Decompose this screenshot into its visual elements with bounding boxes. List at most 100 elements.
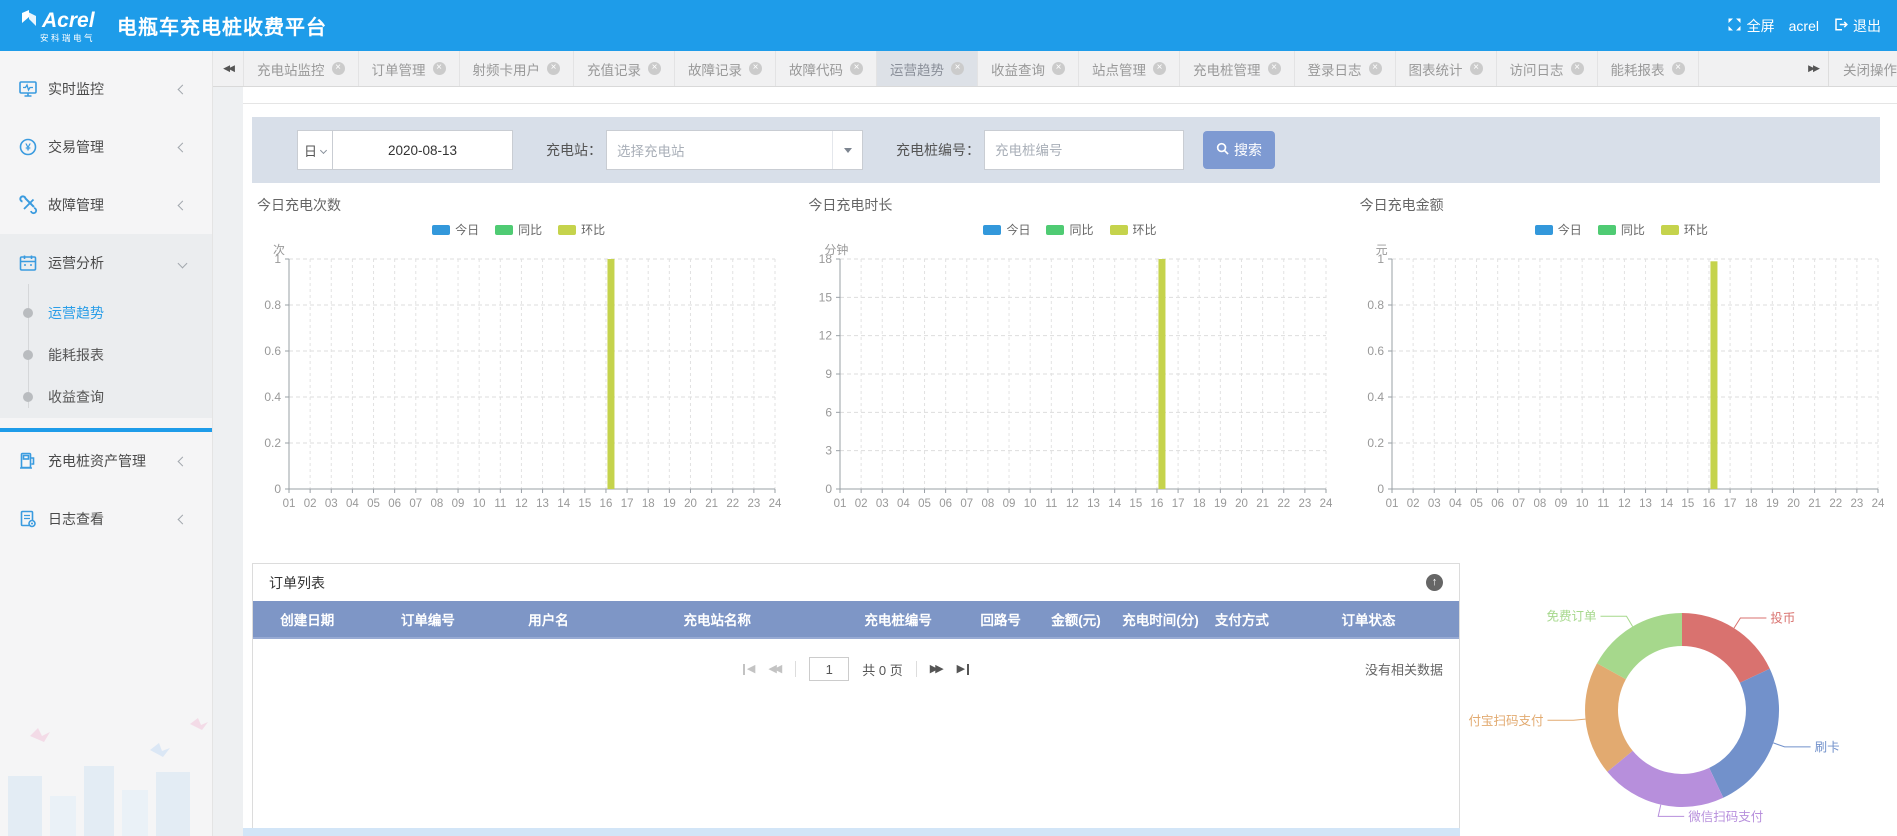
legend-同比[interactable]: 同比 bbox=[495, 221, 542, 238]
tab-登录日志[interactable]: 登录日志× bbox=[1295, 51, 1396, 86]
tab-充电站监控[interactable]: 充电站监控× bbox=[243, 51, 359, 86]
svg-text:24: 24 bbox=[1871, 498, 1884, 510]
transaction-icon: ¥ bbox=[18, 137, 38, 157]
station-select[interactable]: 选择充电站 bbox=[606, 130, 863, 170]
tab-close-icon[interactable]: × bbox=[1268, 62, 1281, 75]
date-input[interactable] bbox=[333, 130, 513, 170]
svg-text:13: 13 bbox=[1087, 498, 1100, 510]
tab-站点管理[interactable]: 站点管理 × bbox=[1079, 51, 1180, 86]
tab-运营趋势[interactable]: 运营趋势× bbox=[877, 51, 978, 86]
svg-text:02: 02 bbox=[855, 498, 868, 510]
legend-环比[interactable]: 环比 bbox=[558, 221, 605, 238]
sidebar-subitem-运营趋势[interactable]: 运营趋势 bbox=[0, 292, 212, 334]
pile-number-input[interactable] bbox=[984, 130, 1184, 170]
pile-icon bbox=[18, 451, 38, 471]
legend-同比[interactable]: 同比 bbox=[1046, 221, 1093, 238]
tab-close-icon[interactable]: × bbox=[648, 62, 661, 75]
tab-射频卡用户[interactable]: 射频卡用户 × bbox=[460, 51, 575, 86]
pie-label-刷卡: 刷卡 bbox=[1815, 740, 1840, 754]
tab-close-icon[interactable]: × bbox=[1571, 62, 1584, 75]
tab-close-icon[interactable]: × bbox=[749, 62, 762, 75]
log-icon bbox=[18, 509, 38, 529]
pie-slice-刷卡[interactable] bbox=[1709, 669, 1779, 798]
pagination-first-icon[interactable]: ◀ bbox=[743, 664, 755, 675]
tab-close-icon[interactable]: × bbox=[332, 62, 345, 75]
sidebar-item-交易管理[interactable]: ¥交易管理 bbox=[0, 118, 212, 176]
legend-同比[interactable]: 同比 bbox=[1598, 221, 1645, 238]
legend-swatch-icon bbox=[558, 225, 576, 235]
pie-slice-微信扫码支付[interactable] bbox=[1607, 751, 1723, 807]
tab-收益查询[interactable]: 收益查询× bbox=[978, 51, 1079, 86]
legend-今日[interactable]: 今日 bbox=[983, 221, 1030, 238]
chart-title: 今日充电次数 bbox=[257, 195, 341, 215]
sidebar-item-label: 充电桩资产管理 bbox=[48, 451, 146, 471]
sidebar-subitem-能耗报表[interactable]: 能耗报表 bbox=[0, 334, 212, 376]
tab-close-icon[interactable]: × bbox=[1672, 62, 1685, 75]
tab-故障代码[interactable]: 故障代码× bbox=[776, 51, 877, 86]
pie-label-微信扫码支付: 微信扫码支付 bbox=[1688, 810, 1763, 824]
tab-能耗报表[interactable]: 能耗报表× bbox=[1598, 51, 1699, 86]
fullscreen-button[interactable]: 全屏 bbox=[1727, 16, 1775, 36]
tabs-scroll-left-icon[interactable]: ◀◀ bbox=[213, 51, 243, 86]
tab-充电桩管理[interactable]: 充电桩管理× bbox=[1180, 51, 1295, 86]
collapse-panel-icon[interactable]: ↑ bbox=[1426, 574, 1443, 591]
orders-panel: 订单列表 ↑ 创建日期订单编号用户名充电站名称充电桩编号回路号金额(元)充电时间… bbox=[252, 563, 1460, 836]
legend-环比[interactable]: 环比 bbox=[1110, 221, 1157, 238]
sidebar-subitem-label: 运营趋势 bbox=[48, 303, 104, 323]
tab-close-icon[interactable]: × bbox=[1369, 62, 1382, 75]
search-button[interactable]: 搜索 bbox=[1203, 131, 1275, 169]
tab-label: 故障记录 bbox=[688, 59, 742, 79]
legend-swatch-icon bbox=[1110, 225, 1128, 235]
tab-close-icon[interactable]: × bbox=[951, 62, 964, 75]
tab-订单管理[interactable]: 订单管理× bbox=[359, 51, 460, 86]
tab-close-icon[interactable]: × bbox=[547, 62, 560, 75]
svg-text:12: 12 bbox=[1066, 498, 1079, 510]
pie-slice-付宝扫码支付[interactable] bbox=[1585, 663, 1633, 772]
svg-text:0.6: 0.6 bbox=[264, 344, 281, 358]
legend-环比[interactable]: 环比 bbox=[1661, 221, 1708, 238]
tab-访问日志[interactable]: 访问日志× bbox=[1497, 51, 1598, 86]
tab-label: 站点管理 bbox=[1092, 59, 1146, 79]
period-select[interactable]: 日 bbox=[297, 130, 333, 170]
tab-label: 射频卡用户 bbox=[473, 59, 541, 79]
sidebar-item-充电桩资产管理[interactable]: 充电桩资产管理 bbox=[0, 432, 212, 490]
tab-close-icon[interactable]: × bbox=[850, 62, 863, 75]
pagination-prev-icon[interactable]: ◀◀ bbox=[768, 664, 782, 675]
tab-close-icon[interactable]: × bbox=[433, 62, 446, 75]
total-pages-label: 共 0 页 bbox=[862, 660, 902, 679]
svg-text:18: 18 bbox=[1193, 498, 1206, 510]
tab-close-icon[interactable]: × bbox=[1470, 62, 1483, 75]
chart-plot: 0369121518010203040506070809101112131415… bbox=[794, 243, 1342, 540]
svg-text:12: 12 bbox=[1618, 498, 1631, 510]
tab-close-icon[interactable]: × bbox=[1153, 62, 1166, 75]
tabs-scroll-right-icon[interactable]: ▶▶ bbox=[1798, 51, 1828, 86]
chart-legend: 今日同比环比 bbox=[794, 221, 1345, 238]
donut-svg: 投币刷卡微信扫码支付付宝扫码支付免费订单 bbox=[1460, 560, 1897, 836]
username[interactable]: acrel bbox=[1789, 18, 1819, 34]
logout-button[interactable]: 退出 bbox=[1833, 16, 1881, 36]
pie-slice-投币[interactable] bbox=[1682, 613, 1770, 683]
chevron-down-icon bbox=[320, 146, 327, 153]
bar-chart-今日充电时长: 0369121518010203040506070809101112131415… bbox=[794, 243, 1342, 535]
tab-充值记录[interactable]: 充值记录× bbox=[574, 51, 675, 86]
tab-close-icon[interactable]: × bbox=[1052, 62, 1065, 75]
legend-今日[interactable]: 今日 bbox=[1535, 221, 1582, 238]
pagination-next-icon[interactable]: ▶▶ bbox=[930, 664, 944, 675]
svg-text:0.6: 0.6 bbox=[1367, 344, 1384, 358]
sidebar-item-运营分析[interactable]: 运营分析 bbox=[0, 234, 212, 292]
close-operations-menu[interactable]: 关闭操作 bbox=[1828, 51, 1897, 86]
pagination-last-icon[interactable]: ▶ bbox=[957, 664, 969, 675]
page-number-input[interactable] bbox=[809, 657, 849, 681]
sidebar-item-日志查看[interactable]: 日志查看 bbox=[0, 490, 212, 548]
sidebar-item-实时监控[interactable]: 实时监控 bbox=[0, 60, 212, 118]
legend-今日[interactable]: 今日 bbox=[432, 221, 479, 238]
pie-slice-免费订单[interactable] bbox=[1597, 613, 1682, 679]
chart-plot: 00.20.40.60.8101020304050607080910111213… bbox=[243, 243, 791, 540]
tab-故障记录[interactable]: 故障记录 × bbox=[675, 51, 776, 86]
brand-logo: Acrel 安科瑞电气 bbox=[20, 8, 95, 43]
sidebar-item-故障管理[interactable]: 故障管理 bbox=[0, 176, 212, 234]
tab-图表统计[interactable]: 图表统计× bbox=[1396, 51, 1497, 86]
chart-title: 今日充电金额 bbox=[1360, 195, 1444, 215]
column-header-金额(元): 金额(元) bbox=[1037, 609, 1115, 629]
sidebar-subitem-收益查询[interactable]: 收益查询 bbox=[0, 376, 212, 418]
